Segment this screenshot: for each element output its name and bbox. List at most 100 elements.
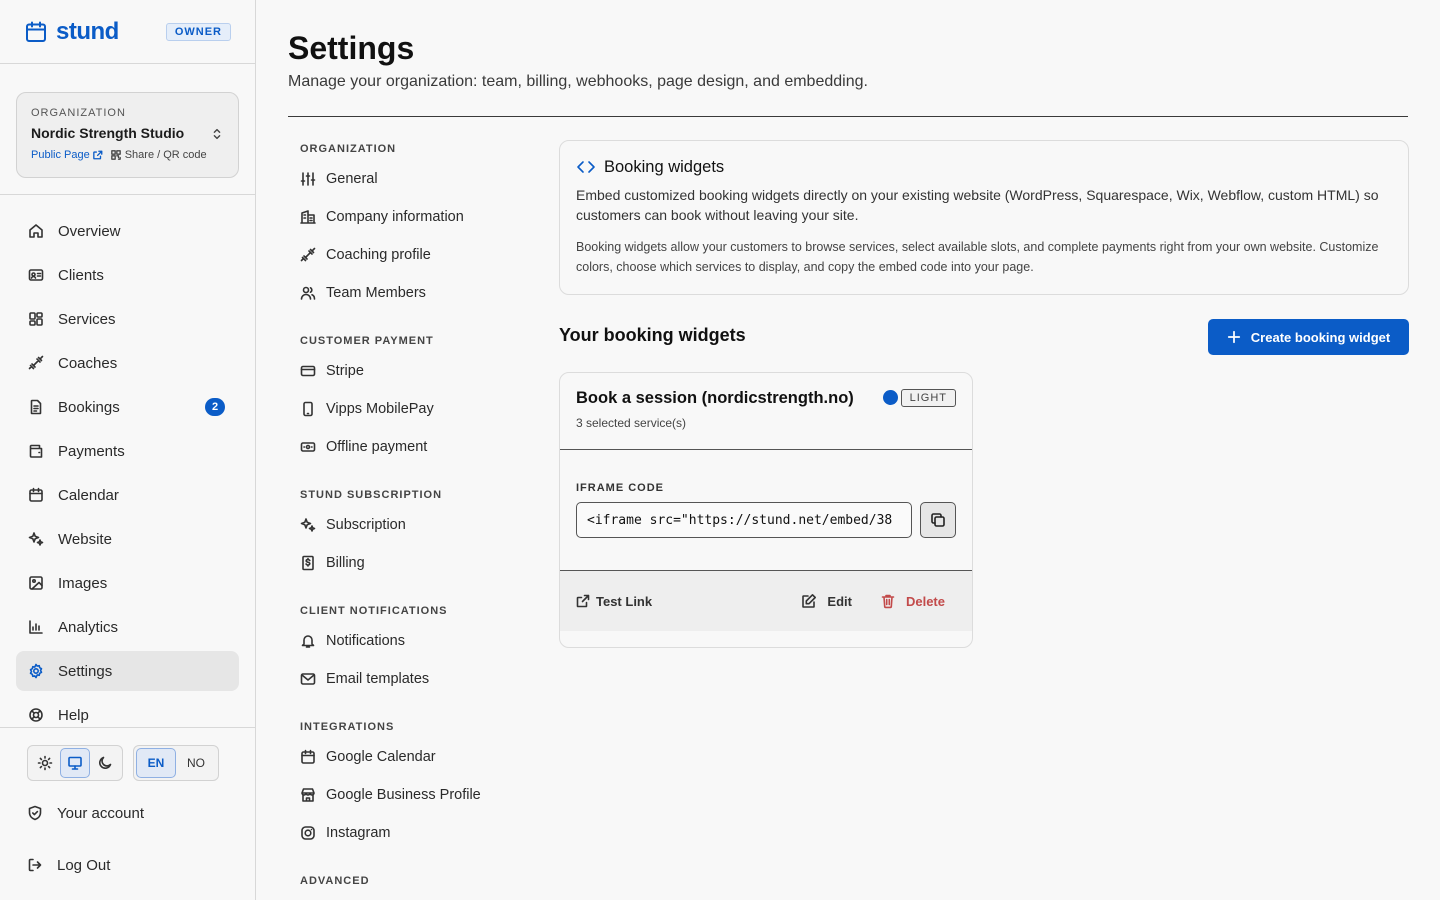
language-no-button[interactable]: NO	[176, 748, 216, 778]
subnav-item-subscription[interactable]: Subscription	[300, 506, 540, 544]
grid-icon	[28, 311, 46, 327]
qr-code-icon	[110, 150, 121, 160]
subnav-item-notifications[interactable]: Notifications	[300, 622, 540, 660]
share-qr-label: Share / QR code	[124, 149, 207, 161]
delete-label: Delete	[905, 593, 945, 609]
subnav-item-stripe[interactable]: Stripe	[300, 352, 540, 390]
widget-color-swatch	[883, 390, 898, 405]
your-account-label: Your account	[57, 804, 145, 822]
iframe-code-input[interactable]	[576, 502, 912, 538]
edit-widget-button[interactable]: Edit	[801, 593, 852, 609]
log-out-label: Log Out	[57, 856, 111, 874]
subnav-item-label: Vipps MobilePay	[326, 401, 434, 417]
sun-icon[interactable]	[30, 748, 60, 778]
iframe-code-label: IFRAME CODE	[576, 482, 664, 494]
info-card-description: Embed customized booking widgets directl…	[576, 187, 1379, 223]
nav-item-settings[interactable]: Settings	[16, 651, 239, 691]
users-icon	[300, 285, 316, 301]
widget-services-count: 3 selected service(s)	[576, 416, 687, 430]
calendar-logo-icon	[24, 20, 48, 44]
nav-item-label: Website	[58, 530, 112, 548]
subnav-item-label: Instagram	[326, 825, 391, 841]
bookings-count-badge: 2	[205, 398, 225, 416]
subnav-section-title: INTEGRATIONS	[300, 721, 395, 733]
subnav-item-label: Coaching profile	[326, 247, 431, 263]
role-badge: OWNER	[165, 22, 231, 41]
log-out-icon	[27, 857, 45, 873]
calendar-icon	[300, 749, 316, 765]
public-page-link[interactable]: Public Page	[31, 149, 103, 161]
nav-item-label: Help	[58, 706, 89, 724]
subnav-item-instagram[interactable]: Instagram	[300, 814, 540, 852]
nav-item-label: Calendar	[58, 486, 119, 504]
bar-chart-icon	[28, 619, 46, 635]
subnav-item-coaching-profile[interactable]: Coaching profile	[300, 236, 540, 274]
sidebar-footer: EN NO Your account Log Out	[0, 727, 255, 880]
nav-item-label: Analytics	[58, 618, 119, 636]
nav-item-images[interactable]: Images	[16, 563, 239, 603]
page-subtitle: Manage your organization: team, billing,…	[288, 73, 868, 90]
brand-header: stund OWNER	[0, 0, 255, 64]
subnav-item-vipps-mobilepay[interactable]: Vipps MobilePay	[300, 390, 540, 428]
nav-item-label: Bookings	[58, 398, 120, 416]
subnav-item-team-members[interactable]: Team Members	[300, 274, 540, 312]
subnav-item-google-calendar[interactable]: Google Calendar	[300, 738, 540, 776]
dollar-receipt-icon	[300, 555, 316, 571]
nav-item-payments[interactable]: Payments	[16, 431, 239, 471]
subnav-item-offline-payment[interactable]: Offline payment	[300, 428, 540, 466]
code-brackets-icon	[576, 157, 596, 177]
document-icon	[28, 399, 46, 415]
test-link-button[interactable]: Test Link	[576, 594, 652, 609]
nav-item-analytics[interactable]: Analytics	[16, 607, 239, 647]
nav-item-website[interactable]: Website	[16, 519, 239, 559]
gear-icon	[28, 663, 46, 679]
share-qr-link[interactable]: Share / QR code	[110, 149, 207, 161]
language-en-button[interactable]: EN	[136, 748, 176, 778]
nav-item-label: Images	[58, 574, 108, 592]
organization-switcher[interactable]: ORGANIZATION Nordic Strength Studio Publ…	[16, 92, 239, 178]
subnav-item-google-business-profile[interactable]: Google Business Profile	[300, 776, 540, 814]
subnav-item-label: Stripe	[326, 363, 364, 379]
booking-widgets-info-card: Booking widgets Embed customized booking…	[559, 140, 1409, 295]
banknote-icon	[300, 439, 316, 455]
monitor-icon[interactable]	[60, 748, 90, 778]
create-booking-widget-button[interactable]: Create booking widget	[1208, 319, 1409, 355]
nav-item-coaches[interactable]: Coaches	[16, 343, 239, 383]
edit-icon	[801, 593, 817, 609]
your-account-link[interactable]: Your account	[27, 798, 228, 828]
copy-code-button[interactable]	[920, 502, 956, 538]
brand-name[interactable]: stund	[56, 18, 119, 46]
main-content: Settings Manage your organization: team,…	[256, 0, 1440, 900]
log-out-link[interactable]: Log Out	[27, 850, 228, 880]
subnav-item-label: Company information	[326, 209, 464, 225]
delete-widget-button[interactable]: Delete	[880, 593, 945, 609]
page-title: Settings	[288, 30, 415, 66]
subnav-item-general[interactable]: General	[300, 160, 540, 198]
chevron-up-down-icon[interactable]	[210, 127, 224, 141]
nav-item-calendar[interactable]: Calendar	[16, 475, 239, 515]
subnav-item-company-information[interactable]: Company information	[300, 198, 540, 236]
instagram-icon	[300, 825, 316, 841]
subnav-item-billing[interactable]: Billing	[300, 544, 540, 582]
widget-theme-badge: LIGHT	[900, 389, 956, 407]
sparkles-icon	[300, 517, 316, 533]
nav-item-label: Settings	[58, 662, 113, 680]
divider	[288, 116, 1408, 117]
nav-item-clients[interactable]: Clients	[16, 255, 239, 295]
lifebuoy-icon	[28, 707, 46, 723]
subnav-item-label: Offline payment	[326, 439, 428, 455]
external-link-icon	[92, 150, 103, 160]
moon-icon[interactable]	[90, 748, 120, 778]
image-icon	[28, 575, 46, 591]
nav-item-label: Services	[58, 310, 116, 328]
shield-icon	[27, 805, 45, 821]
copy-icon	[930, 512, 946, 528]
nav-item-bookings[interactable]: Bookings 2	[16, 387, 239, 427]
nav-item-overview[interactable]: Overview	[16, 211, 239, 251]
subnav-item-email-templates[interactable]: Email templates	[300, 660, 540, 698]
subnav-item-label: Email templates	[326, 671, 430, 687]
test-link-label: Test Link	[596, 593, 653, 609]
nav-item-services[interactable]: Services	[16, 299, 239, 339]
dumbbell-icon	[300, 247, 316, 263]
id-card-icon	[28, 267, 46, 283]
